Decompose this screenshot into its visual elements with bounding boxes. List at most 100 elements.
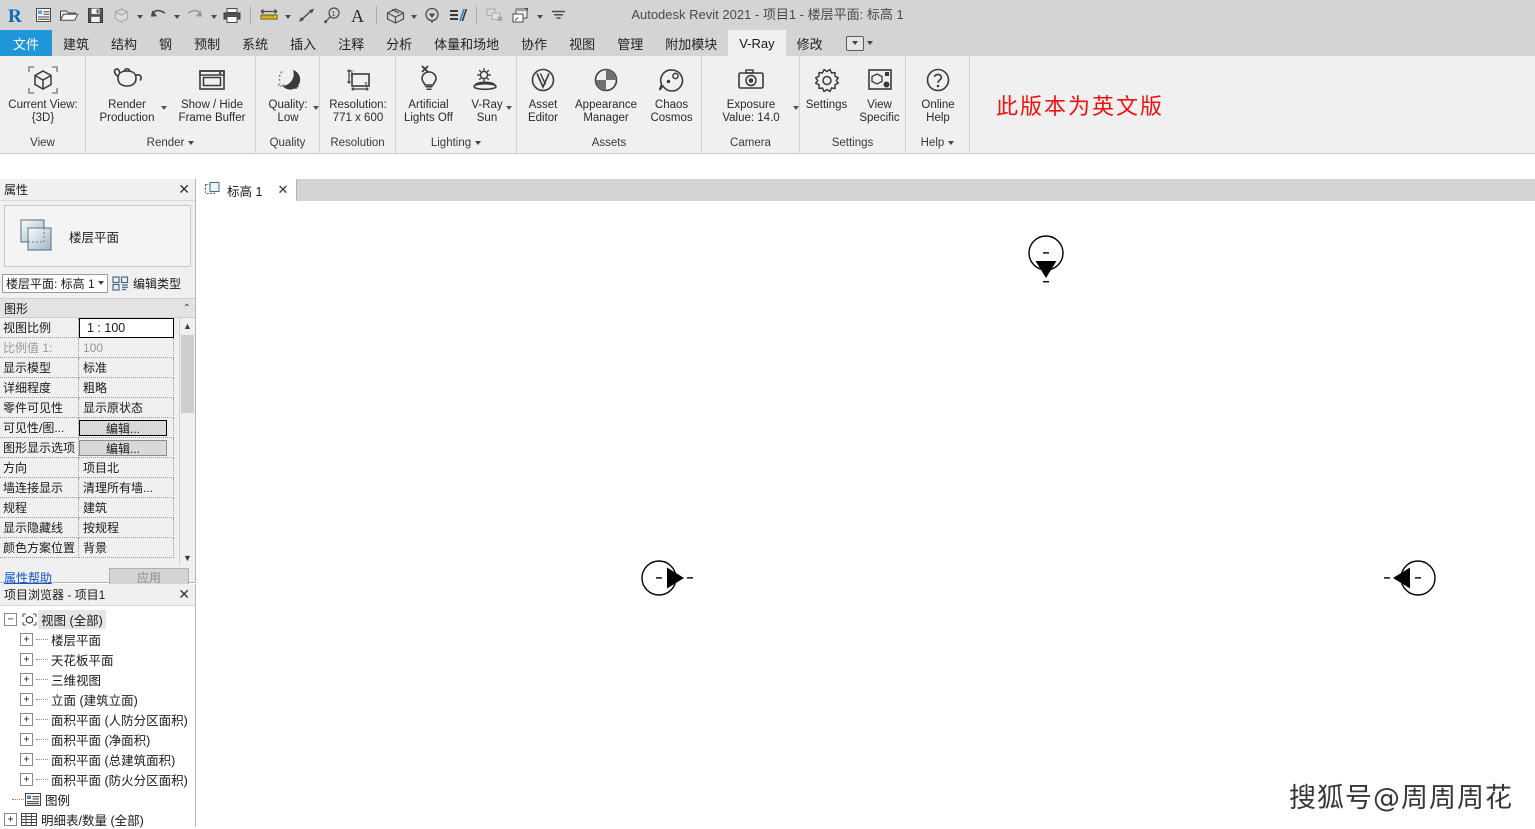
property-value[interactable]: 项目北 (79, 458, 174, 478)
property-value[interactable]: 按规程 (79, 518, 174, 538)
aligned-dimension-icon[interactable] (293, 2, 319, 28)
exposure-dropdown-arrow[interactable] (793, 106, 799, 110)
chevron-down-icon[interactable] (866, 41, 873, 45)
vray-sun-dropdown-arrow[interactable] (506, 106, 512, 110)
chaos-cosmos-button[interactable]: Chaos Cosmos (643, 60, 700, 125)
edit-type-button[interactable]: 编辑类型 (112, 275, 181, 292)
type-selector-dropdown[interactable]: 楼层平面: 标高 1 (2, 273, 108, 293)
switch-windows-dropdown-arrow[interactable] (534, 2, 545, 28)
default-3d-view-dropdown-arrow[interactable] (408, 2, 419, 28)
asset-editor-button[interactable]: Asset Editor (517, 60, 569, 125)
measure-icon[interactable] (256, 2, 282, 28)
property-value[interactable]: 1 : 100 (79, 318, 174, 338)
tree-node-elevations[interactable]: + 立面 (建筑立面) (4, 689, 195, 709)
view-specific-button[interactable]: View Specific (853, 60, 906, 125)
tab-annotate[interactable]: 注释 (327, 30, 375, 56)
tab-insert[interactable]: 插入 (279, 30, 327, 56)
scroll-up-icon[interactable]: ▲ (180, 318, 195, 334)
lighting-panel-expander-icon[interactable] (475, 141, 482, 145)
save-icon[interactable] (82, 2, 108, 28)
property-row[interactable]: 方向 项目北 (0, 458, 195, 478)
properties-type-preview[interactable]: 楼层平面 (4, 205, 191, 267)
tab-modify[interactable]: 修改 (786, 30, 834, 56)
tab-massing-site[interactable]: 体量和场地 (423, 30, 510, 56)
property-value[interactable]: 显示原状态 (79, 398, 174, 418)
expand-expander-icon[interactable]: + (20, 732, 33, 746)
property-value[interactable]: 编辑... (79, 418, 174, 438)
collapse-expander-icon[interactable]: − (4, 612, 17, 626)
elevation-marker-north[interactable] (1024, 231, 1068, 290)
property-row[interactable]: 颜色方案位置 背景 (0, 538, 195, 558)
tab-precast[interactable]: 预制 (183, 30, 231, 56)
quality-button[interactable]: Quality: Low (256, 60, 320, 125)
settings-button[interactable]: Settings (800, 60, 853, 112)
tab-architecture[interactable]: 建筑 (52, 30, 100, 56)
tab-systems[interactable]: 系统 (231, 30, 279, 56)
open-icon[interactable] (56, 2, 82, 28)
elevation-marker-east[interactable] (1384, 556, 1440, 603)
render-production-button[interactable]: Render Production (86, 60, 168, 125)
tab-collaborate[interactable]: 协作 (510, 30, 558, 56)
tree-node-schedules[interactable]: + 明细表/数量 (全部) (4, 809, 195, 829)
collapse-icon[interactable]: ⌃ (183, 303, 191, 314)
property-value[interactable]: 标准 (79, 358, 174, 378)
property-row[interactable]: 墙连接显示 清理所有墙... (0, 478, 195, 498)
scroll-down-icon[interactable]: ▼ (180, 550, 195, 566)
expand-expander-icon[interactable]: + (20, 712, 33, 726)
tree-node-area-plan-net[interactable]: + 面积平面 (净面积) (4, 729, 195, 749)
properties-group-header[interactable]: 图形 ⌃ (0, 298, 195, 318)
drawing-canvas[interactable]: 搜狐号@周周周花 (197, 201, 1535, 827)
tab-vray[interactable]: V-Ray (728, 30, 786, 56)
properties-scrollbar[interactable]: ▲ ▼ (179, 318, 195, 566)
edit-graphic-display-button[interactable]: 编辑... (79, 439, 167, 456)
exposure-value-button[interactable]: Exposure Value: 14.0 (702, 60, 800, 125)
property-value[interactable]: 粗略 (79, 378, 174, 398)
property-row[interactable]: 显示模型 标准 (0, 358, 195, 378)
tree-node-legends[interactable]: 图例 (4, 789, 195, 809)
text-icon[interactable]: A (345, 2, 371, 28)
property-row[interactable]: 视图比例 1 : 100 (0, 318, 195, 338)
redo-dropdown-arrow[interactable] (208, 2, 219, 28)
scrollbar-thumb[interactable] (181, 335, 194, 413)
property-row[interactable]: 零件可见性 显示原状态 (0, 398, 195, 418)
help-panel-expander-icon[interactable] (948, 141, 955, 145)
online-help-button[interactable]: Online Help (906, 60, 970, 125)
tag-icon[interactable]: 1 (319, 2, 345, 28)
undo-icon[interactable] (145, 2, 171, 28)
thin-lines-icon[interactable] (445, 2, 471, 28)
expand-expander-icon[interactable]: + (20, 632, 33, 646)
tree-node-area-plan-fire[interactable]: + 面积平面 (防火分区面积) (4, 769, 195, 789)
print-icon[interactable] (219, 2, 245, 28)
artificial-lights-button[interactable]: Artificial Lights Off (396, 60, 461, 125)
expand-expander-icon[interactable]: + (4, 812, 17, 826)
close-icon[interactable]: ✕ (178, 588, 190, 602)
new-project-icon[interactable] (30, 2, 56, 28)
section-icon[interactable] (419, 2, 445, 28)
vray-sun-button[interactable]: V-Ray Sun (461, 60, 513, 125)
property-value[interactable]: 背景 (79, 538, 174, 558)
property-value[interactable]: 清理所有墙... (79, 478, 174, 498)
expand-expander-icon[interactable]: + (20, 652, 33, 666)
property-row[interactable]: 图形显示选项 编辑... (0, 438, 195, 458)
default-3d-view-icon[interactable] (382, 2, 408, 28)
expand-expander-icon[interactable]: + (20, 772, 33, 786)
render-panel-expander-icon[interactable] (188, 141, 195, 145)
tab-addins[interactable]: 附加模块 (654, 30, 728, 56)
document-tab-level1[interactable]: 标高 1 ✕ (197, 179, 298, 201)
save-as-dropdown-arrow[interactable] (134, 2, 145, 28)
tree-node-views[interactable]: − 视图 (全部) (4, 609, 195, 629)
ribbon-minimize-control[interactable] (840, 30, 879, 56)
property-row[interactable]: 详细程度 粗略 (0, 378, 195, 398)
property-row[interactable]: 规程 建筑 (0, 498, 195, 518)
undo-dropdown-arrow[interactable] (171, 2, 182, 28)
switch-windows-icon[interactable] (508, 2, 534, 28)
expand-expander-icon[interactable]: + (20, 692, 33, 706)
tree-node-area-plan-gross[interactable]: + 面积平面 (总建筑面积) (4, 749, 195, 769)
show-hide-frame-buffer-button[interactable]: Show / Hide Frame Buffer (168, 60, 256, 125)
close-icon[interactable]: ✕ (277, 182, 288, 198)
property-row[interactable]: 可见性/图... 编辑... (0, 418, 195, 438)
tree-node-3d-views[interactable]: + 三维视图 (4, 669, 195, 689)
tab-analyze[interactable]: 分析 (375, 30, 423, 56)
edit-visibility-button[interactable]: 编辑... (79, 419, 167, 436)
expand-expander-icon[interactable]: + (20, 672, 33, 686)
